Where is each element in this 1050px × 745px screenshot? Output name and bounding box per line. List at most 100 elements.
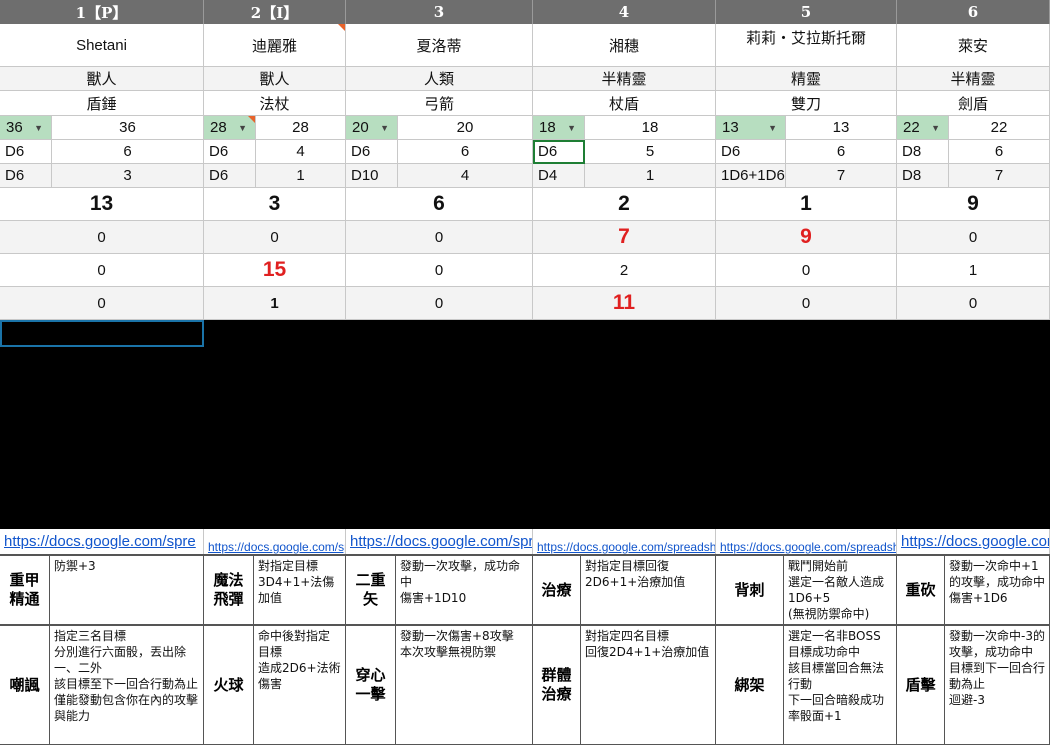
hp-value-cell[interactable]: 22 bbox=[949, 116, 1050, 140]
weapon-cell[interactable]: 弓箭 bbox=[346, 91, 533, 116]
r3-cell[interactable]: 0 bbox=[0, 287, 204, 320]
total-cell[interactable]: 6 bbox=[346, 188, 533, 221]
d2-label-cell[interactable]: 1D6+1D6 bbox=[716, 164, 786, 188]
skill-name[interactable]: 群體 治療 bbox=[533, 625, 581, 745]
selected-cell[interactable] bbox=[0, 320, 204, 347]
skill-description[interactable]: 對指定目標 3D4+1+法傷加值 bbox=[254, 554, 346, 625]
name-cell[interactable]: Shetani bbox=[0, 24, 204, 67]
column-header[interactable]: 2【I】 bbox=[204, 0, 346, 24]
r2-cell[interactable]: 0 bbox=[716, 254, 897, 287]
hp-label-cell[interactable]: 22 ▼ bbox=[897, 116, 949, 140]
race-cell[interactable]: 獸人 bbox=[0, 67, 204, 91]
r2-cell[interactable]: 1 bbox=[897, 254, 1050, 287]
total-cell[interactable]: 9 bbox=[897, 188, 1050, 221]
sheet-link[interactable]: https://docs.google.com/spre bbox=[346, 529, 533, 554]
r3-cell[interactable]: 0 bbox=[897, 287, 1050, 320]
hp-value-cell[interactable]: 36 bbox=[52, 116, 204, 140]
total-cell[interactable]: 2 bbox=[533, 188, 716, 221]
weapon-cell[interactable]: 杖盾 bbox=[533, 91, 716, 116]
d1-label-cell[interactable]: D6 bbox=[716, 140, 786, 164]
weapon-cell[interactable]: 盾錘 bbox=[0, 91, 204, 116]
name-cell[interactable]: 莉莉・艾拉斯托爾 bbox=[716, 24, 897, 67]
skill-name[interactable]: 盾擊 bbox=[897, 625, 945, 745]
hp-value-cell[interactable]: 18 bbox=[585, 116, 716, 140]
dropdown-arrow-icon[interactable]: ▼ bbox=[931, 123, 940, 133]
skill-name[interactable]: 治療 bbox=[533, 554, 581, 625]
dropdown-arrow-icon[interactable]: ▼ bbox=[567, 123, 576, 133]
r1-cell[interactable]: 0 bbox=[204, 221, 346, 254]
d2-label-cell[interactable]: D6 bbox=[204, 164, 256, 188]
race-cell[interactable]: 半精靈 bbox=[897, 67, 1050, 91]
sheet-link[interactable]: https://docs.google.com/spre bbox=[0, 529, 204, 554]
skill-name[interactable]: 魔法 飛彈 bbox=[204, 554, 254, 625]
hp-label-cell[interactable]: 20 ▼ bbox=[346, 116, 398, 140]
skill-name[interactable]: 二重 矢 bbox=[346, 554, 396, 625]
skill-name[interactable]: 重砍 bbox=[897, 554, 945, 625]
d1-value-cell[interactable]: 6 bbox=[949, 140, 1050, 164]
skill-description[interactable]: 命中後對指定目標 造成2D6+法術傷害 bbox=[254, 625, 346, 745]
skill-name[interactable]: 嘲諷 bbox=[0, 625, 50, 745]
d1-label-cell[interactable]: D6 bbox=[0, 140, 52, 164]
r1-cell[interactable]: 7 bbox=[533, 221, 716, 254]
hp-label-cell[interactable]: 13 ▼ bbox=[716, 116, 786, 140]
skill-description[interactable]: 發動一次攻擊，成功命中 傷害+1D10 bbox=[396, 554, 533, 625]
sheet-link[interactable]: https://docs.google.com/spreadsheets bbox=[716, 529, 897, 554]
skill-name[interactable]: 火球 bbox=[204, 625, 254, 745]
skill-description[interactable]: 選定一名非BOSS目標成功命中 該目標當回合無法行動 下一回合暗殺成功率骰面+1 bbox=[784, 625, 897, 745]
dropdown-arrow-icon[interactable]: ▼ bbox=[238, 123, 247, 133]
r2-cell[interactable]: 0 bbox=[346, 254, 533, 287]
total-cell[interactable]: 13 bbox=[0, 188, 204, 221]
skill-name[interactable]: 背刺 bbox=[716, 554, 784, 625]
skill-name[interactable]: 穿心 一擊 bbox=[346, 625, 396, 745]
weapon-cell[interactable]: 劍盾 bbox=[897, 91, 1050, 116]
r3-cell[interactable]: 0 bbox=[716, 287, 897, 320]
hp-value-cell[interactable]: 13 bbox=[786, 116, 897, 140]
skill-description[interactable]: 對指定目標回復 2D6+1+治療加值 bbox=[581, 554, 716, 625]
d2-label-cell[interactable]: D8 bbox=[897, 164, 949, 188]
d1-label-cell[interactable]: D6 bbox=[346, 140, 398, 164]
r1-cell[interactable]: 9 bbox=[716, 221, 897, 254]
name-cell[interactable]: 萊安 bbox=[897, 24, 1050, 67]
r3-cell[interactable]: 1 bbox=[204, 287, 346, 320]
r1-cell[interactable]: 0 bbox=[0, 221, 204, 254]
column-header[interactable]: 4 bbox=[533, 0, 716, 24]
d2-label-cell[interactable]: D10 bbox=[346, 164, 398, 188]
d2-label-cell[interactable]: D4 bbox=[533, 164, 585, 188]
skill-description[interactable]: 對指定四名目標 回復2D4+1+治療加值 bbox=[581, 625, 716, 745]
skill-description[interactable]: 戰鬥開始前 選定一名敵人造成1D6+5 (無視防禦命中) bbox=[784, 554, 897, 625]
d2-value-cell[interactable]: 7 bbox=[949, 164, 1050, 188]
sheet-link[interactable]: https://docs.google.com/spreadsheets bbox=[533, 529, 716, 554]
d2-value-cell[interactable]: 1 bbox=[256, 164, 346, 188]
total-cell[interactable]: 1 bbox=[716, 188, 897, 221]
weapon-cell[interactable]: 法杖 bbox=[204, 91, 346, 116]
d1-value-cell[interactable]: 4 bbox=[256, 140, 346, 164]
dropdown-arrow-icon[interactable]: ▼ bbox=[768, 123, 777, 133]
d1-value-cell[interactable]: 6 bbox=[52, 140, 204, 164]
race-cell[interactable]: 半精靈 bbox=[533, 67, 716, 91]
total-cell[interactable]: 3 bbox=[204, 188, 346, 221]
d1-label-cell[interactable]: D6 bbox=[533, 140, 585, 164]
r2-cell[interactable]: 15 bbox=[204, 254, 346, 287]
name-cell[interactable]: 迪麗雅 bbox=[204, 24, 346, 67]
dropdown-arrow-icon[interactable]: ▼ bbox=[34, 123, 43, 133]
column-header[interactable]: 5 bbox=[716, 0, 897, 24]
column-header[interactable]: 3 bbox=[346, 0, 533, 24]
sheet-link[interactable]: https://docs.google.com/spre bbox=[897, 529, 1050, 554]
skill-description[interactable]: 指定三名目標 分別進行六面骰，丟出除一、二外 該目標至下一回合行動為止 僅能發動… bbox=[50, 625, 204, 745]
skill-name[interactable]: 重甲 精通 bbox=[0, 554, 50, 625]
d2-label-cell[interactable]: D6 bbox=[0, 164, 52, 188]
sheet-link[interactable]: https://docs.google.com/spreadsheets bbox=[204, 529, 346, 554]
hp-label-cell[interactable]: 18 ▼ bbox=[533, 116, 585, 140]
d1-label-cell[interactable]: D6 bbox=[204, 140, 256, 164]
skill-description[interactable]: 發動一次傷害+8攻擊 本次攻擊無視防禦 bbox=[396, 625, 533, 745]
race-cell[interactable]: 人類 bbox=[346, 67, 533, 91]
race-cell[interactable]: 精靈 bbox=[716, 67, 897, 91]
d1-value-cell[interactable]: 6 bbox=[398, 140, 533, 164]
d2-value-cell[interactable]: 7 bbox=[786, 164, 897, 188]
weapon-cell[interactable]: 雙刀 bbox=[716, 91, 897, 116]
hp-value-cell[interactable]: 20 bbox=[398, 116, 533, 140]
name-cell[interactable]: 夏洛蒂 bbox=[346, 24, 533, 67]
race-cell[interactable]: 獸人 bbox=[204, 67, 346, 91]
column-header[interactable]: 1【P】 bbox=[0, 0, 204, 24]
skill-name[interactable]: 綁架 bbox=[716, 625, 784, 745]
